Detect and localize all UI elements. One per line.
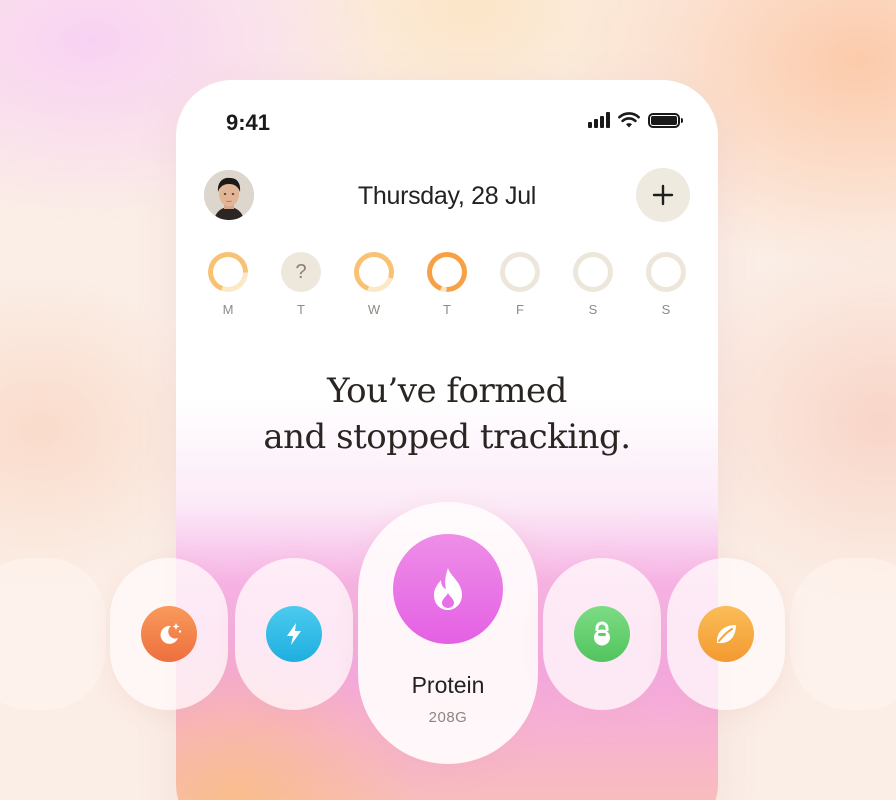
lightning-icon (266, 606, 322, 662)
day-saturday[interactable]: S (573, 252, 613, 317)
ring-center (578, 257, 608, 287)
habit-card-sleep[interactable] (110, 558, 228, 710)
day-wednesday[interactable]: W (354, 252, 394, 317)
leaf-icon (698, 606, 754, 662)
progress-ring (646, 252, 686, 292)
progress-ring (500, 252, 540, 292)
flame-icon (393, 534, 503, 644)
day-friday[interactable]: F (500, 252, 540, 317)
habit-card-offscreen-right[interactable] (790, 558, 896, 710)
ring-center (213, 257, 243, 287)
status-bar: 9:41 (176, 80, 718, 160)
ring-center (505, 257, 535, 287)
headline-line-2: and stopped tracking. (263, 417, 631, 457)
progress-ring (573, 252, 613, 292)
moon-stars-icon (141, 606, 197, 662)
plus-icon (652, 184, 674, 206)
unknown-status-icon: ? (281, 252, 321, 292)
ring-center (432, 257, 462, 287)
ring-center (651, 257, 681, 287)
day-thursday[interactable]: T (427, 252, 467, 317)
day-label: T (443, 302, 451, 317)
add-button[interactable] (636, 168, 690, 222)
header: Thursday, 28 Jul (176, 168, 718, 224)
progress-ring (354, 252, 394, 292)
ring-center (359, 257, 389, 287)
progress-ring (208, 252, 248, 292)
day-label: S (588, 302, 598, 317)
habit-name: Protein (411, 672, 485, 698)
habit-card-strength[interactable] (543, 558, 661, 710)
battery-icon (648, 112, 683, 128)
day-label: F (516, 302, 524, 317)
habit-card-offscreen-left[interactable] (0, 558, 106, 710)
headline-line-1: You’ve formed (327, 371, 567, 411)
status-icons (588, 112, 683, 128)
status-time: 9:41 (226, 110, 271, 135)
day-label: S (661, 302, 671, 317)
day-sunday[interactable]: S (646, 252, 686, 317)
kettlebell-icon (574, 606, 630, 662)
habit-value: 208G (428, 709, 468, 726)
day-label: M (222, 302, 234, 317)
day-label: T (297, 302, 305, 317)
cellular-signal-icon (588, 112, 610, 128)
habit-card-nutrition[interactable] (667, 558, 785, 710)
week-progress: M ? T W T F S S (208, 252, 686, 317)
habit-card-protein[interactable]: Protein 208G (358, 502, 538, 764)
habit-card-energy[interactable] (235, 558, 353, 710)
wifi-icon (618, 112, 640, 128)
progress-ring (427, 252, 467, 292)
day-tuesday[interactable]: ? T (281, 252, 321, 317)
day-label: W (367, 302, 381, 317)
headline: You’ve formed and stopped tracking. (176, 368, 718, 460)
day-monday[interactable]: M (208, 252, 248, 317)
